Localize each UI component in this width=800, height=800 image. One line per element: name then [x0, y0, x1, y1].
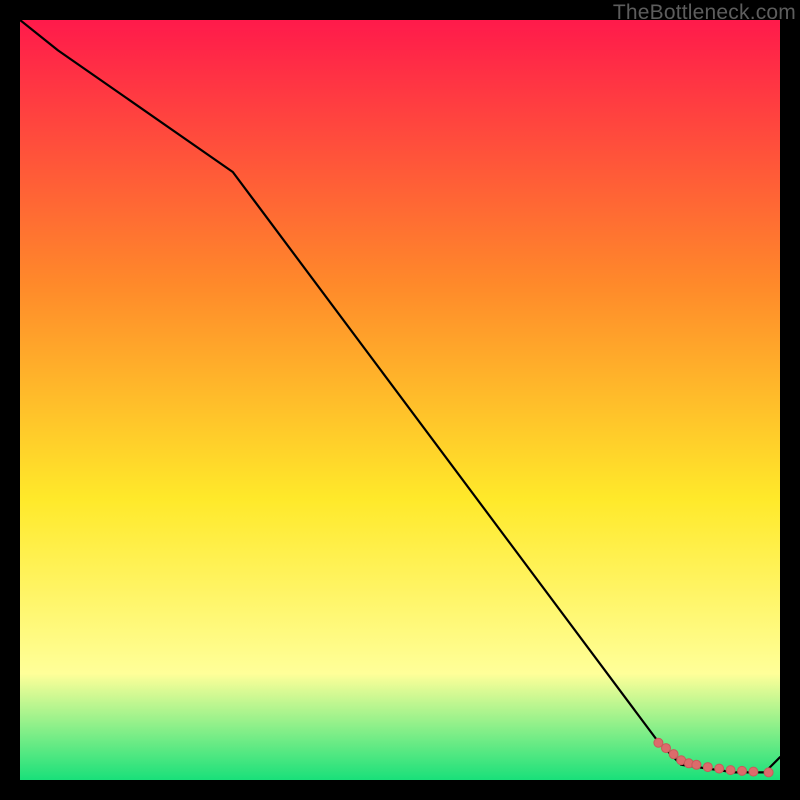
- marker-dot: [726, 766, 735, 775]
- marker-dot: [669, 750, 678, 759]
- chart-frame: [20, 20, 780, 780]
- marker-dot: [715, 764, 724, 773]
- marker-dot: [662, 744, 671, 753]
- gradient-bg: [20, 20, 780, 780]
- watermark-text: TheBottleneck.com: [613, 1, 796, 25]
- marker-dot: [692, 760, 701, 769]
- marker-dot: [764, 768, 773, 777]
- chart-svg: [20, 20, 780, 780]
- marker-dot: [738, 766, 747, 775]
- marker-dot: [749, 767, 758, 776]
- marker-dot: [703, 763, 712, 772]
